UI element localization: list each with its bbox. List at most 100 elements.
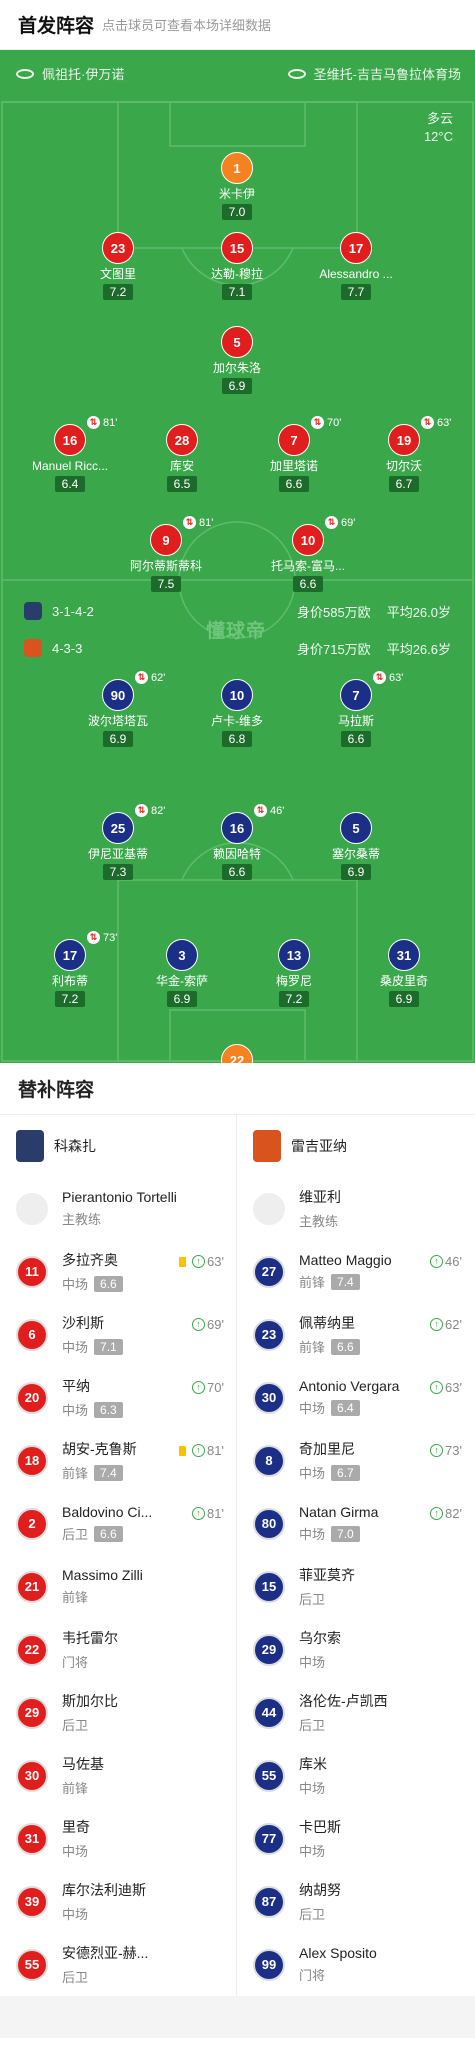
- substitution-icon: ⇅: [311, 416, 324, 429]
- sub-position: 中场: [62, 1403, 89, 1418]
- player-number: 17: [340, 232, 372, 264]
- sub-row-27[interactable]: 27 Matteo Maggio 前锋 7.4 ↑ 46': [237, 1240, 474, 1303]
- sub-row-87[interactable]: 87 纳胡努 后卫: [237, 1870, 474, 1933]
- blue-player-90[interactable]: 90 ⇅ 62' 波尔塔塔瓦 6.9: [63, 671, 173, 748]
- blue-player-3[interactable]: 3 华金-索萨 6.9: [127, 939, 237, 1008]
- sub-row-6[interactable]: 6 沙利斯 中场 7.1 ↑ 69': [0, 1303, 236, 1366]
- sub-position: 中场: [299, 1844, 326, 1859]
- blue-player-5[interactable]: 5 塞尔桑蒂 6.9: [301, 812, 411, 881]
- sub-row-22[interactable]: 22 韦托雷尔 门将: [0, 1618, 236, 1681]
- sub-position: 门将: [299, 1968, 326, 1983]
- substitution-icon: ⇅: [325, 516, 338, 529]
- player-number: 3: [166, 939, 198, 971]
- player-name: 达勒-穆拉: [211, 267, 263, 281]
- sub-row-55[interactable]: 55 安德烈亚-赫... 后卫: [0, 1933, 236, 1996]
- sub-row-30[interactable]: 30 Antonio Vergara 中场 6.4 ↑ 63': [237, 1366, 474, 1429]
- sub-row-29[interactable]: 29 乌尔索 中场: [237, 1618, 474, 1681]
- sub-row-99[interactable]: 99 Alex Sposito 门将: [237, 1933, 474, 1996]
- player-number: 28: [166, 424, 198, 456]
- sub-meta: ↑ 81': [179, 1443, 224, 1458]
- blue-player-16[interactable]: 16 ⇅ 46' 赖因哈特 6.6: [182, 804, 292, 881]
- sub-row-31[interactable]: 31 里奇 中场: [0, 1807, 236, 1870]
- sub-name: Massimo Zilli: [62, 1567, 143, 1583]
- player-rating: 7.0: [221, 204, 253, 220]
- blue-player-22[interactable]: 22巴尔迪7.3: [182, 1044, 292, 1063]
- player-number: 16: [221, 812, 253, 844]
- player-rating: 6.7: [388, 476, 420, 492]
- sub-row-80[interactable]: 80 Natan Girma 中场 7.0 ↑ 82': [237, 1492, 474, 1555]
- red-player-9[interactable]: 9 ⇅ 81' 阿尔蒂斯蒂科 7.5: [111, 516, 221, 593]
- home-coach-row[interactable]: Pierantonio Tortelli 主教练: [0, 1177, 236, 1240]
- sub-row-30[interactable]: 30 马佐基 前锋: [0, 1744, 236, 1807]
- sub-in-time: 63': [445, 1380, 462, 1395]
- blue-player-25[interactable]: 25 ⇅ 82' 伊尼亚基蒂 7.3: [63, 804, 173, 881]
- home-coach-role: 主教练: [62, 1212, 102, 1227]
- sub-row-39[interactable]: 39 库尔法利迪斯 中场: [0, 1870, 236, 1933]
- venue-name: 圣维托-吉吉马鲁拉体育场: [313, 67, 461, 82]
- red-player-23[interactable]: 23 文图里 7.2: [63, 232, 173, 301]
- red-player-19[interactable]: 19 ⇅ 63' 切尔沃 6.7: [349, 416, 459, 493]
- sub-meta: ↑ 70': [192, 1380, 224, 1395]
- away-age: 平均26.6岁: [386, 641, 451, 657]
- sub-row-18[interactable]: 18 胡安-克鲁斯 前锋 7.4 ↑ 81': [0, 1429, 236, 1492]
- sub-position: 前锋: [62, 1781, 89, 1796]
- sub-row-44[interactable]: 44 洛伦佐-卢凯西 后卫: [237, 1681, 474, 1744]
- pitch: 佩祖托·伊万诺 圣维托-吉吉马鲁拉体育场 多云 12°C 懂球帝 3-1-4-2…: [0, 50, 475, 1063]
- sub-in-icon: ↑: [192, 1507, 206, 1520]
- red-player-16[interactable]: 16 ⇅ 81' Manuel Ricc... 6.4: [15, 416, 125, 493]
- player-rating: 6.4: [54, 476, 86, 492]
- player-number: 9: [150, 524, 182, 556]
- lineup-title: 首发阵容: [18, 16, 95, 37]
- weather: 多云 12°C: [424, 110, 453, 146]
- home-team-row[interactable]: 科森扎: [0, 1115, 236, 1177]
- red-player-10[interactable]: 10 ⇅ 69' 托马索-富马... 6.6: [253, 516, 363, 593]
- sub-row-20[interactable]: 20 平纳 中场 6.3 ↑ 70': [0, 1366, 236, 1429]
- red-player-17[interactable]: 17 Alessandro ... 7.7: [301, 232, 411, 301]
- sub-position: 中场: [62, 1844, 89, 1859]
- player-name: 华金-索萨: [156, 974, 208, 988]
- sub-rating: 6.4: [331, 1399, 360, 1416]
- sub-row-29[interactable]: 29 斯加尔比 后卫: [0, 1681, 236, 1744]
- sub-name: Alex Sposito: [299, 1945, 377, 1961]
- sub-row-2[interactable]: 2 Baldovino Ci... 后卫 6.6 ↑ 81': [0, 1492, 236, 1555]
- sub-indicator: ⇅ 81': [87, 416, 117, 429]
- sub-number: 99: [253, 1948, 285, 1981]
- home-team-logo: [24, 602, 42, 620]
- player-number: 25: [102, 812, 134, 844]
- sub-row-8[interactable]: 8 奇加里尼 中场 6.7 ↑ 73': [237, 1429, 474, 1492]
- red-player-5[interactable]: 5 加尔朱洛 6.9: [182, 326, 292, 395]
- sub-row-15[interactable]: 15 菲亚莫齐 后卫: [237, 1555, 474, 1618]
- away-coach-sub-name: 维亚利: [299, 1189, 341, 1205]
- blue-player-13[interactable]: 13 梅罗尼 7.2: [239, 939, 349, 1008]
- sub-position: 后卫: [299, 1907, 326, 1922]
- away-coach-row[interactable]: 维亚利 主教练: [237, 1177, 474, 1240]
- sub-in-icon: ↑: [192, 1255, 206, 1268]
- sub-row-11[interactable]: 11 多拉齐奥 中场 6.6 ↑ 63': [0, 1240, 236, 1303]
- sub-number: 44: [253, 1696, 285, 1729]
- sub-row-23[interactable]: 23 佩蒂纳里 前锋 6.6 ↑ 62': [237, 1303, 474, 1366]
- sub-meta: ↑ 81': [192, 1506, 224, 1521]
- red-player-28[interactable]: 28 库安 6.5: [127, 424, 237, 493]
- sub-row-21[interactable]: 21 Massimo Zilli 前锋: [0, 1555, 236, 1618]
- away-team-row[interactable]: 雷吉亚纳: [237, 1115, 474, 1177]
- blue-player-10[interactable]: 10 卢卡-维多 6.8: [182, 679, 292, 748]
- sub-name: 纳胡努: [299, 1882, 341, 1898]
- red-player-15[interactable]: 15 达勒-穆拉 7.1: [182, 232, 292, 301]
- red-player-7[interactable]: 7 ⇅ 70' 加里塔诺 6.6: [239, 416, 349, 493]
- blue-player-31[interactable]: 31 桑皮里奇 6.9: [349, 939, 459, 1008]
- sub-meta: ↑ 69': [192, 1317, 224, 1332]
- sub-in-icon: ↑: [430, 1255, 444, 1268]
- sub-meta: ↑ 73': [430, 1443, 462, 1458]
- player-name: 梅罗尼: [275, 974, 312, 988]
- blue-player-7[interactable]: 7 ⇅ 63' 马拉斯 6.6: [301, 671, 411, 748]
- sub-row-77[interactable]: 77 卡巴斯 中场: [237, 1807, 474, 1870]
- player-rating: 6.5: [166, 476, 198, 492]
- sub-time: 70': [327, 416, 342, 429]
- sub-row-55[interactable]: 55 库米 中场: [237, 1744, 474, 1807]
- sub-name: 乌尔索: [299, 1630, 341, 1646]
- player-name: 托马索-富马...: [271, 559, 345, 573]
- player-rating: 7.2: [102, 284, 134, 300]
- red-player-1[interactable]: 1 米卡伊 7.0: [182, 152, 292, 221]
- sub-number: 30: [253, 1381, 285, 1414]
- blue-player-17[interactable]: 17 ⇅ 73' 利布蒂 7.2: [15, 931, 125, 1008]
